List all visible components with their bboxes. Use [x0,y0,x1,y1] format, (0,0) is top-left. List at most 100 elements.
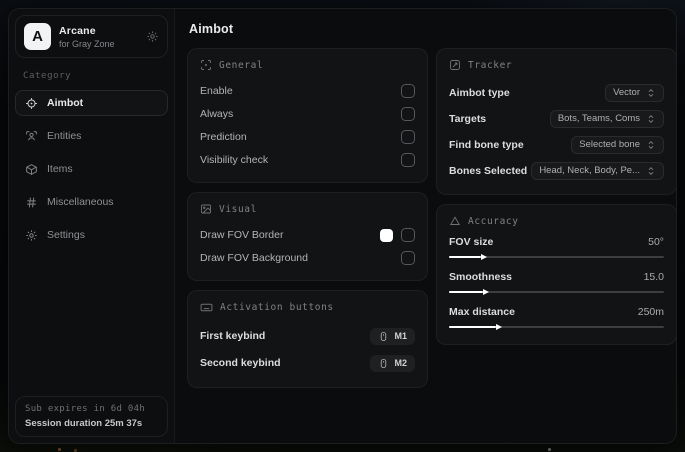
category-label: Category [23,71,72,81]
mouse-icon [378,331,389,342]
gear-icon[interactable] [146,30,159,43]
card-title: Accuracy [468,215,519,227]
aimbot-type-select[interactable]: Vector [605,83,664,102]
fov-border-color-swatch[interactable] [380,228,393,242]
app-subtitle: for Gray Zone [59,38,115,49]
session-duration-text: Session duration 25m 37s [25,418,143,429]
second-keybind-button[interactable]: M2 [370,354,415,372]
box-icon [25,163,38,176]
fov-border-checkbox[interactable] [401,228,415,242]
setting-label: Targets [449,112,487,125]
setting-label: Draw FOV Border [200,229,284,241]
select-value: Selected bone [579,139,640,150]
slider-fill [449,253,488,260]
background-speck [548,448,551,451]
first-keybind-button[interactable]: M1 [370,327,415,345]
sidebar-item-label: Items [47,163,73,175]
fov-size-slider[interactable] [449,253,664,261]
slider-row-fov-size: FOV size 50° [449,236,664,261]
bones-selected-select[interactable]: Head, Neck, Body, Pe... [531,161,664,180]
setting-row-enable: Enable [200,80,415,102]
slider-fill [449,288,490,295]
setting-label: Enable [200,85,233,97]
slider-row-smoothness: Smoothness 15.0 [449,271,664,296]
smoothness-slider[interactable] [449,288,664,296]
slider-value: 15.0 [643,271,664,283]
left-column: General Enable Always Prediction Visibil… [187,48,428,388]
sidebar-item-label: Entities [47,130,82,142]
main-header: Aimbot [175,9,676,46]
sidebar: A Arcane for Gray Zone Category Aimbot E… [9,9,175,443]
subscription-card: Sub expires in 6d 04h Session duration 2… [15,396,168,437]
setting-row-find-bone-type: Find bone type Selected bone [449,132,664,157]
visual-card: Visual Draw FOV Border Draw FOV Backgrou… [187,192,428,281]
app-window: A Arcane for Gray Zone Category Aimbot E… [8,8,677,444]
keybind-value: M2 [394,358,407,368]
enable-checkbox[interactable] [401,84,415,98]
chevron-up-down-icon [646,88,656,98]
card-title: General [219,59,264,71]
tracker-card: Tracker Aimbot type Vector Targets Bots,… [436,48,676,195]
setting-label: Aimbot type [449,86,510,99]
content-grid: General Enable Always Prediction Visibil… [175,46,676,388]
setting-row-fov-background: Draw FOV Background [200,247,415,269]
sidebar-item-settings[interactable]: Settings [15,222,168,248]
triangle-icon [449,215,461,227]
visual-card-header: Visual [200,203,415,215]
chevron-up-down-icon [646,114,656,124]
sidebar-item-entities[interactable]: Entities [15,123,168,149]
setting-label: Visibility check [200,154,269,166]
select-value: Bots, Teams, Coms [557,113,640,124]
visibility-check-checkbox[interactable] [401,153,415,167]
entities-icon [25,130,38,143]
fov-background-checkbox[interactable] [401,251,415,265]
sidebar-item-miscellaneous[interactable]: Miscellaneous [15,189,168,215]
mouse-icon [378,358,389,369]
setting-row-bones-selected: Bones Selected Head, Neck, Body, Pe... [449,158,664,183]
sidebar-item-label: Settings [47,229,85,241]
always-checkbox[interactable] [401,107,415,121]
image-icon [200,203,212,215]
setting-label: Max distance [449,306,515,318]
setting-label: Draw FOV Background [200,252,308,264]
sidebar-item-items[interactable]: Items [15,156,168,182]
page-title: Aimbot [189,22,234,36]
general-card: General Enable Always Prediction Visibil… [187,48,428,183]
slider-value: 50° [648,236,664,248]
setting-label: Always [200,108,234,120]
slider-fill [449,323,503,330]
keyboard-icon [200,301,213,314]
sidebar-item-label: Miscellaneous [47,196,114,208]
setting-row-first-keybind: First keybind M1 [200,323,415,349]
scan-icon [200,59,212,71]
find-bone-type-select[interactable]: Selected bone [571,135,664,154]
chevron-up-down-icon [646,166,656,176]
slider-value: 250m [637,306,664,318]
sidebar-item-label: Aimbot [47,97,84,109]
setting-row-fov-border: Draw FOV Border [200,224,415,246]
targets-select[interactable]: Bots, Teams, Coms [549,109,664,128]
right-column: Tracker Aimbot type Vector Targets Bots,… [436,48,676,388]
keybind-value: M1 [394,331,407,341]
max-distance-slider[interactable] [449,323,664,331]
background-speck [58,448,61,451]
setting-label: Bones Selected [449,164,528,177]
select-value: Vector [613,87,640,98]
gear-icon [25,229,38,242]
setting-row-aimbot-type: Aimbot type Vector [449,80,664,105]
setting-label: First keybind [200,330,266,342]
prediction-checkbox[interactable] [401,130,415,144]
app-header-card: A Arcane for Gray Zone [15,15,168,58]
setting-label: Second keybind [200,357,281,369]
setting-row-prediction: Prediction [200,126,415,148]
setting-row-always: Always [200,103,415,125]
sub-expiry-text: Sub expires in 6d 04h [25,404,146,414]
card-title: Activation buttons [220,302,334,313]
setting-label: Find bone type [449,138,524,151]
card-title: Tracker [468,59,513,71]
app-name: Arcane [59,24,96,37]
setting-row-second-keybind: Second keybind M2 [200,350,415,376]
sidebar-item-aimbot[interactable]: Aimbot [15,90,168,116]
tracker-card-header: Tracker [449,59,664,71]
hash-icon [25,196,38,209]
